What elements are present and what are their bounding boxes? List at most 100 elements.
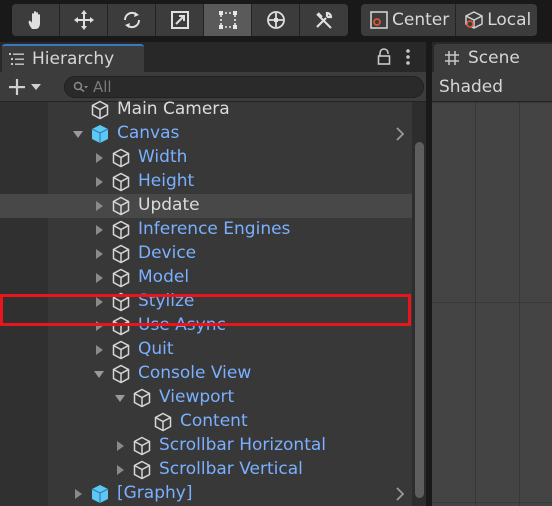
hierarchy-item[interactable]: Update (0, 194, 412, 218)
hierarchy-tab-label: Hierarchy (32, 49, 115, 69)
lock-icon[interactable] (377, 48, 391, 66)
hierarchy-item[interactable]: Scrollbar Horizontal (0, 434, 412, 458)
hierarchy-item-label: Scrollbar Horizontal (159, 435, 327, 455)
hierarchy-item[interactable]: Main Camera (0, 98, 412, 122)
hierarchy-item[interactable]: Stylize (0, 290, 412, 314)
expand-arrow-right-icon[interactable] (93, 272, 105, 284)
gameobject-cube-icon (112, 220, 130, 240)
transform-tool-group (12, 4, 348, 36)
hierarchy-item-label: Height (138, 171, 195, 191)
gameobject-cube-icon (112, 364, 130, 384)
hierarchy-item[interactable]: Console View (0, 362, 412, 386)
hierarchy-item-label: Quit (138, 339, 174, 359)
expand-arrow-right-icon[interactable] (93, 224, 105, 236)
hierarchy-item[interactable]: Width (0, 146, 412, 170)
hierarchy-search (64, 76, 424, 98)
scrollbar-thumb[interactable] (415, 142, 424, 498)
transform-tool-button[interactable] (252, 4, 300, 36)
more-options-icon[interactable] (403, 48, 413, 66)
hierarchy-item-label: Viewport (159, 387, 235, 407)
expand-arrow-down-icon[interactable] (72, 128, 84, 140)
expand-arrow-right-icon[interactable] (93, 344, 105, 356)
expand-arrow-right-icon[interactable] (114, 464, 126, 476)
hierarchy-item-label: Inference Engines (138, 219, 291, 239)
expand-arrow-right-icon[interactable] (93, 296, 105, 308)
add-object-button[interactable] (6, 75, 50, 99)
scene-viewport[interactable] (432, 102, 552, 506)
rect-icon (218, 11, 237, 29)
gameobject-cube-icon (112, 292, 130, 312)
scene-tab-bar: Scene (432, 42, 552, 72)
expand-arrow-right-icon[interactable] (93, 200, 105, 212)
center-pivot-icon (370, 11, 388, 29)
expand-arrow-right-icon[interactable] (93, 152, 105, 164)
gameobject-cube-icon (112, 268, 130, 288)
hierarchy-item[interactable]: Use Async (0, 314, 412, 338)
transform-icon (266, 11, 285, 29)
hierarchy-item[interactable]: Content (0, 410, 412, 434)
chevron-down-icon (31, 84, 41, 90)
move-tool-button[interactable] (60, 4, 108, 36)
tools-icon (316, 11, 333, 29)
hierarchy-item[interactable]: [Graphy] (0, 482, 412, 506)
shading-mode-dropdown[interactable]: Shaded (439, 77, 503, 97)
gameobject-cube-icon (133, 388, 151, 408)
hierarchy-item-label: Console View (138, 363, 252, 383)
expand-arrow-right-icon[interactable] (72, 488, 84, 500)
hierarchy-item[interactable]: Inference Engines (0, 218, 412, 242)
search-icon (73, 81, 88, 93)
expand-arrow-right-icon[interactable] (93, 176, 105, 188)
scale-tool-button[interactable] (156, 4, 204, 36)
hierarchy-item-label: Model (138, 267, 190, 287)
hierarchy-tab-bar: Hierarchy (0, 42, 426, 72)
hierarchy-item-label: Update (138, 195, 200, 215)
hand-tool-button[interactable] (12, 4, 60, 36)
chevron-right-icon[interactable] (394, 127, 406, 141)
hierarchy-item[interactable]: Height (0, 170, 412, 194)
pivot-space-label: Local (487, 10, 532, 30)
expand-arrow-down-icon[interactable] (114, 392, 126, 404)
scene-toolbar: Shaded (432, 72, 552, 102)
pivot-mode-label: Center (392, 10, 450, 30)
hierarchy-scrollbar[interactable] (412, 102, 426, 506)
search-input[interactable] (93, 78, 393, 96)
main-toolbar: Center Local (0, 0, 552, 42)
prefab-cube-icon (91, 485, 109, 503)
gameobject-cube-icon (133, 436, 151, 456)
hierarchy-item[interactable]: Viewport (0, 386, 412, 410)
gameobject-cube-icon (154, 412, 172, 432)
hierarchy-item-label: Width (138, 147, 188, 167)
pivot-mode-button[interactable]: Center (361, 4, 457, 36)
gameobject-cube-icon (112, 148, 130, 168)
chevron-right-icon[interactable] (394, 487, 406, 501)
rotate-icon (123, 11, 140, 29)
hierarchy-item[interactable]: Model (0, 266, 412, 290)
expand-arrow-down-icon[interactable] (93, 368, 105, 380)
hierarchy-list-icon (9, 53, 24, 65)
hierarchy-item-label: Device (138, 243, 197, 263)
hierarchy-item-label: Canvas (117, 123, 180, 143)
gameobject-cube-icon (91, 100, 109, 120)
hierarchy-item[interactable]: Scrollbar Vertical (0, 458, 412, 482)
hierarchy-item-label: Use Async (138, 315, 226, 335)
expand-arrow-right-icon[interactable] (93, 248, 105, 260)
rect-tool-button[interactable] (204, 4, 252, 36)
grid-hash-icon (445, 51, 459, 65)
prefab-cube-icon (91, 125, 109, 143)
plus-icon (9, 79, 41, 95)
gameobject-cube-icon (112, 172, 130, 192)
tab-hierarchy[interactable]: Hierarchy (2, 44, 144, 72)
hierarchy-item-label: Scrollbar Vertical (159, 459, 303, 479)
tab-scene[interactable]: Scene (434, 44, 552, 72)
gameobject-cube-icon (112, 244, 130, 264)
hierarchy-item[interactable]: Device (0, 242, 412, 266)
hierarchy-item-label: Main Camera (117, 99, 230, 119)
expand-arrow-right-icon[interactable] (114, 440, 126, 452)
rotate-tool-button[interactable] (108, 4, 156, 36)
pivot-toggle-group: Center Local (361, 4, 538, 36)
expand-arrow-right-icon[interactable] (93, 320, 105, 332)
custom-tool-button[interactable] (300, 4, 348, 36)
hierarchy-item[interactable]: Canvas (0, 122, 412, 146)
hierarchy-item[interactable]: Quit (0, 338, 412, 362)
pivot-space-button[interactable]: Local (456, 4, 537, 36)
